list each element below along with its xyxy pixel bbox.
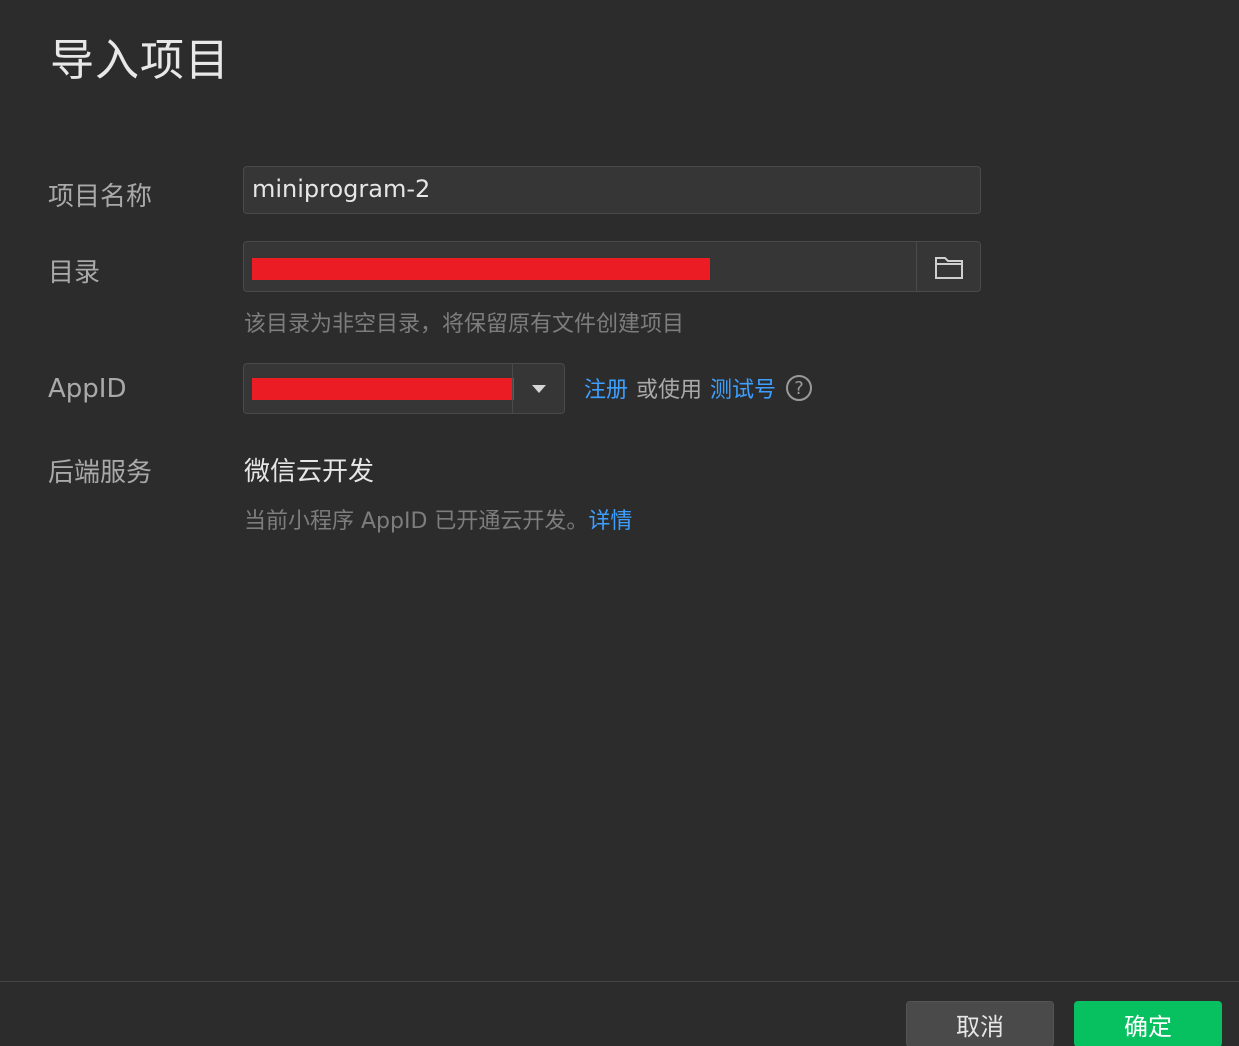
caret-down-icon: [531, 384, 546, 393]
directory-hint: 该目录为非空目录，将保留原有文件创建项目: [244, 312, 685, 337]
dialog-title: 导入项目: [50, 35, 230, 86]
appid-label: AppID: [48, 374, 127, 404]
import-project-dialog: 导入项目 项目名称 miniprogram-2 目录 该目录为非空目录，将保留原…: [0, 0, 1239, 1046]
directory-input[interactable]: [243, 241, 981, 292]
details-link[interactable]: 详情: [588, 509, 632, 534]
project-name-label: 项目名称: [48, 182, 153, 212]
register-link[interactable]: 注册: [584, 372, 628, 404]
backend-value: 微信云开发: [244, 457, 375, 487]
folder-icon: [934, 256, 963, 279]
test-account-link[interactable]: 测试号: [710, 372, 776, 404]
appid-actions: 注册 或使用 测试号 ?: [584, 372, 813, 404]
project-name-input[interactable]: miniprogram-2: [243, 166, 981, 214]
backend-hint: 当前小程序 AppID 已开通云开发。详情: [244, 503, 632, 535]
project-name-value: miniprogram-2: [252, 175, 431, 203]
appid-select[interactable]: [243, 363, 565, 414]
directory-path-redacted: [252, 258, 710, 280]
backend-hint-text: 当前小程序 AppID 已开通云开发。: [244, 509, 589, 534]
appid-dropdown-button[interactable]: [512, 364, 564, 413]
footer-divider: [0, 981, 1239, 982]
directory-label: 目录: [48, 258, 101, 288]
cancel-button[interactable]: 取消: [906, 1001, 1054, 1046]
appid-value-redacted: [252, 378, 514, 400]
help-icon[interactable]: ?: [786, 375, 813, 401]
confirm-button[interactable]: 确定: [1074, 1001, 1222, 1046]
or-use-text: 或使用: [636, 378, 703, 403]
browse-folder-button[interactable]: [916, 242, 980, 291]
backend-label: 后端服务: [48, 458, 153, 488]
